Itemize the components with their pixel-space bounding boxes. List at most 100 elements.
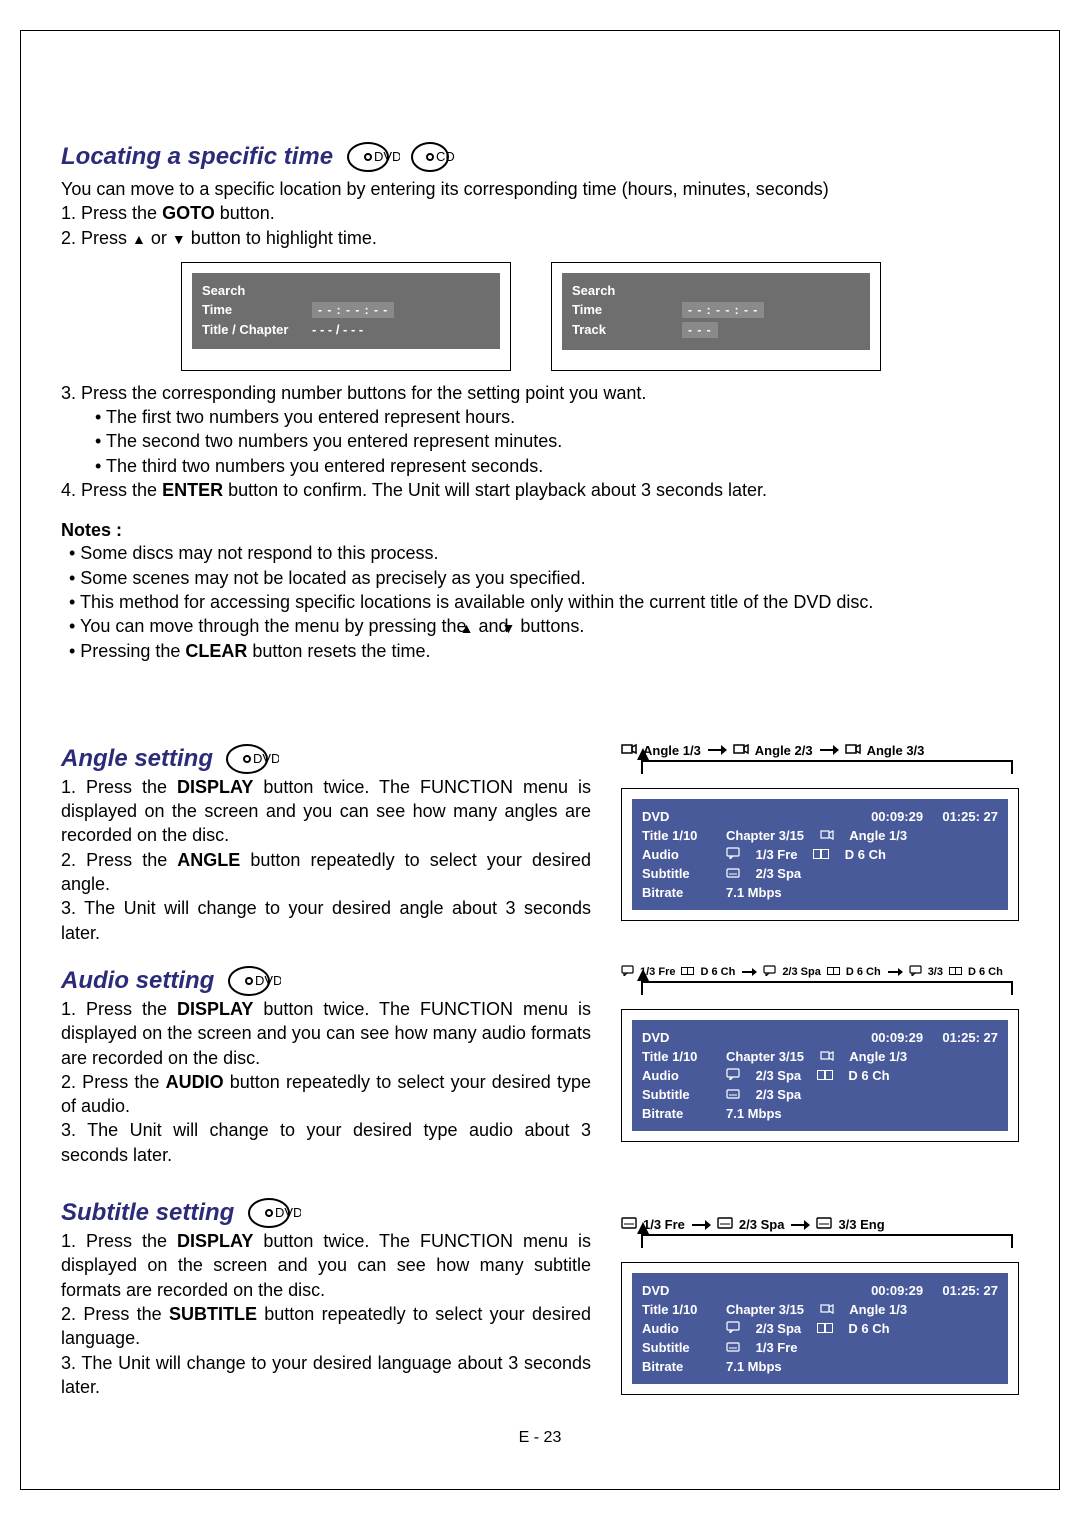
text: 1. Press the <box>61 999 177 1019</box>
audio-step3: 3. The Unit will change to your desired … <box>61 1118 591 1167</box>
osd-title: Title 1/10 <box>642 1049 720 1064</box>
osd-angle: Angle 1/3 <box>849 828 907 843</box>
loopback-arrow <box>641 981 1013 995</box>
subtitle-icon <box>726 1087 740 1102</box>
osd-sub-l: Subtitle <box>642 1087 720 1102</box>
locating-step3a: • The first two numbers you entered repr… <box>61 405 1019 429</box>
panel-inner: Search Time- - : - - : - - Title / Chapt… <box>192 273 500 349</box>
angle-c: Angle 3/3 <box>867 743 925 758</box>
sub-b: 2/3 Spa <box>739 1217 785 1232</box>
subtitle-title: Subtitle setting <box>61 1199 234 1227</box>
text: button to confirm. The Unit will start p… <box>223 480 767 500</box>
audio-button-label: AUDIO <box>166 1072 224 1092</box>
osd-inner: DVD00:09:29 01:25: 27 Title 1/10Chapter … <box>632 799 1008 910</box>
osd-title: Title 1/10 <box>642 1302 720 1317</box>
osd-dvd: DVD <box>642 809 720 824</box>
title-chapter-value: - - - / - - - <box>312 322 363 337</box>
osd-audio-l: Audio <box>642 1068 720 1083</box>
dolby-icon <box>827 966 840 978</box>
osd-chapter: Chapter 3/15 <box>726 1302 804 1317</box>
display-button-label: DISPLAY <box>177 999 253 1019</box>
display-button-label: DISPLAY <box>177 777 253 797</box>
up-triangle-icon: ▲ <box>132 232 146 246</box>
osd-total: 01:25: 27 <box>942 1283 998 1298</box>
cd-search-panel: Search Time- - : - - : - - Track- - - <box>551 262 881 371</box>
note3: • This method for accessing specific loc… <box>61 590 1019 614</box>
speech-icon <box>909 965 922 979</box>
osd-inner: DVD 00:09:29 01:25: 27 Title 1/10 Chapter … <box>632 1273 1008 1384</box>
time-value: - - : - - : - - <box>312 302 394 318</box>
osd-dvd: DVD <box>642 1030 720 1045</box>
text: 2. Press the <box>61 1072 166 1092</box>
osd-bit-v: 7.1 Mbps <box>726 885 782 900</box>
angle-osd: DVD00:09:29 01:25: 27 Title 1/10Chapter … <box>621 788 1019 921</box>
camera-icon <box>820 828 834 843</box>
note2: • Some scenes may not be located as prec… <box>61 566 1019 590</box>
osd-dvd: DVD <box>642 1283 720 1298</box>
camera-icon <box>820 1302 834 1317</box>
dolby-icon <box>817 1068 833 1083</box>
search-panels: Search Time- - : - - : - - Title / Chapt… <box>181 262 1019 371</box>
angle-button-label: ANGLE <box>177 850 240 870</box>
cd-disc-icon: CD <box>410 141 460 173</box>
locating-step3c: • The third two numbers you entered repr… <box>61 454 1019 478</box>
arrow-right-icon <box>707 744 727 756</box>
header-spacer <box>61 31 1019 141</box>
arrow-right-icon <box>691 1219 711 1231</box>
text: buttons. <box>515 616 584 636</box>
speech-icon <box>621 965 634 979</box>
text: 2. Press <box>61 228 132 248</box>
osd-angle: Angle 1/3 <box>849 1302 907 1317</box>
subtitle-cycle: 1/3 Fre 2/3 Spa 3/3 Eng <box>621 1217 1019 1232</box>
osd-elapsed: 00:09:29 <box>871 809 923 824</box>
svg-text:CD: CD <box>436 149 455 164</box>
osd-elapsed: 00:09:29 <box>871 1030 923 1045</box>
osd-bit-l: Bitrate <box>642 1106 720 1121</box>
osd-total: 01:25: 27 <box>942 1030 998 1045</box>
angle-step2: 2. Press the ANGLE button repeatedly to … <box>61 848 591 897</box>
osd-chapter: Chapter 3/15 <box>726 828 804 843</box>
osd-sub-l: Subtitle <box>642 866 720 881</box>
text: button to highlight time. <box>186 228 377 248</box>
sub-a: 1/3 Fre <box>643 1217 685 1232</box>
audio-dd: D 6 Ch <box>846 966 881 978</box>
osd-audio-dd: D 6 Ch <box>848 1068 889 1083</box>
dvd-disc-icon: DVD <box>346 141 400 173</box>
dvd-search-panel: Search Time- - : - - : - - Title / Chapt… <box>181 262 511 371</box>
svg-text:DVD: DVD <box>255 973 281 988</box>
clear-button-label: CLEAR <box>185 641 247 661</box>
subtitle-icon <box>726 866 740 881</box>
angle-cycle: Angle 1/3 Angle 2/3 Angle 3/3 <box>621 743 1019 758</box>
notes-heading: Notes : <box>61 520 1019 541</box>
camera-icon <box>621 743 637 758</box>
dvd-disc-icon: DVD <box>247 1197 301 1229</box>
osd-audio-v: 1/3 Fre <box>756 847 798 862</box>
text: • You can move through the menu by press… <box>69 616 472 636</box>
angle-step1: 1. Press the DISPLAY button twice. The F… <box>61 775 591 848</box>
camera-icon <box>820 1049 834 1064</box>
audio-dd: D 6 Ch <box>968 966 1003 978</box>
osd-audio-dd: D 6 Ch <box>845 847 886 862</box>
subtitle-step3: 3. The Unit will change to your desired … <box>61 1351 591 1400</box>
text: or <box>146 228 172 248</box>
title-chapter-label: Title / Chapter <box>202 322 312 337</box>
locating-step3b: • The second two numbers you entered rep… <box>61 429 1019 453</box>
osd-bit-l: Bitrate <box>642 1359 720 1374</box>
locating-step2: 2. Press ▲ or ▼ button to highlight time… <box>61 226 1019 250</box>
sub-c: 3/3 Eng <box>838 1217 884 1232</box>
locating-step3: 3. Press the corresponding number button… <box>61 381 1019 405</box>
audio-b: 2/3 Spa <box>782 966 821 978</box>
osd-sub-l: Subtitle <box>642 1340 720 1355</box>
audio-c: 3/3 <box>928 966 943 978</box>
dvd-disc-icon: DVD <box>227 965 281 997</box>
time-value: - - : - - : - - <box>682 302 764 318</box>
osd-audio-l: Audio <box>642 1321 720 1336</box>
angle-title: Angle setting <box>61 745 213 773</box>
subtitle-icon <box>717 1217 733 1232</box>
down-triangle-icon: ▼ <box>172 232 186 246</box>
audio-dd: D 6 Ch <box>700 966 735 978</box>
osd-sub-v: 2/3 Spa <box>756 866 802 881</box>
osd-elapsed: 00:09:29 <box>871 1283 923 1298</box>
audio-title: Audio setting <box>61 967 214 995</box>
note5: • Pressing the CLEAR button resets the t… <box>61 639 1019 663</box>
